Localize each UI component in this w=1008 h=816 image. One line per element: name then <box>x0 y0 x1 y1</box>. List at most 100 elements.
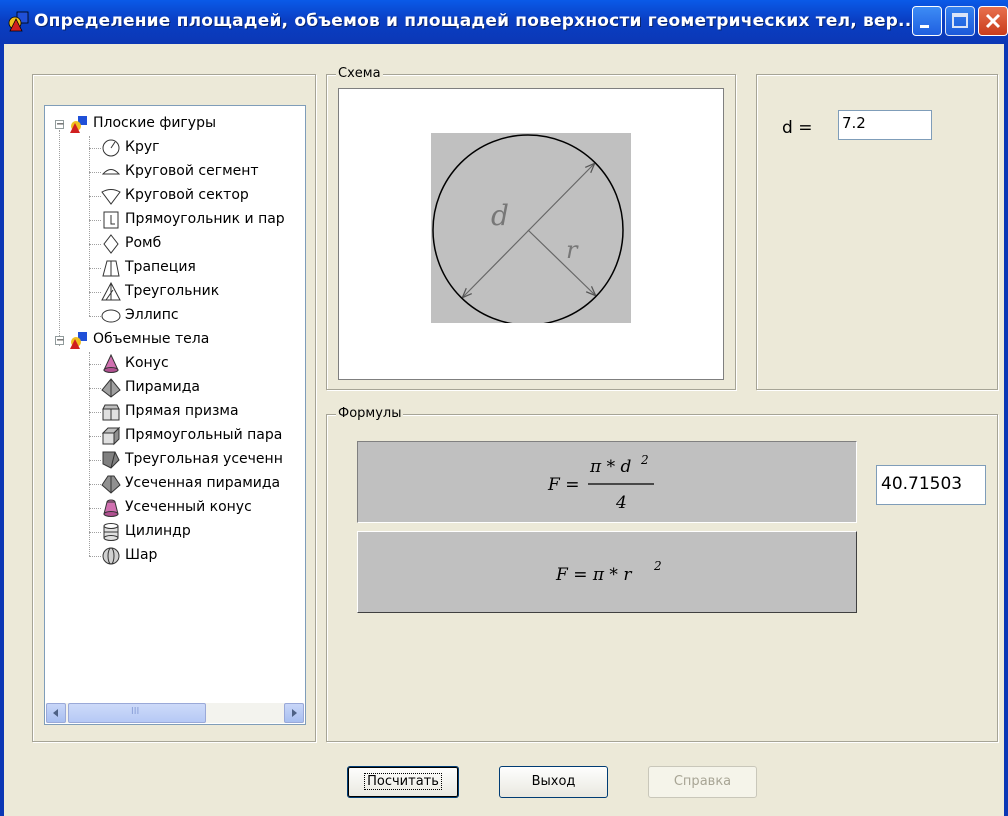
cylinder-icon <box>103 523 119 541</box>
result-field[interactable]: 40.71503 <box>876 465 986 505</box>
tree-item-label: Круг <box>125 139 160 155</box>
tree-item-label: Прямоугольный пара <box>125 427 283 443</box>
flat-shapes-icon <box>70 116 87 133</box>
rhombus-icon <box>103 234 119 254</box>
tree-item-label: Усеченная пирамида <box>125 475 281 491</box>
tree-branch <box>89 508 101 509</box>
scroll-right-button[interactable] <box>284 703 304 723</box>
scroll-thumb[interactable]: III <box>68 703 206 723</box>
calculate-button-label: Посчитать <box>364 773 442 790</box>
tree-group-label: Объемные тела <box>93 331 210 347</box>
d-input[interactable]: 7.2 <box>838 110 932 140</box>
tree-item-ellipse[interactable]: Эллипс <box>45 304 305 328</box>
tree-group-label: Плоские фигуры <box>93 115 217 131</box>
tree-branch <box>89 292 101 293</box>
window-title: Определение площадей, объемов и площадей… <box>34 11 919 31</box>
tree-item-label: Ромб <box>125 235 162 251</box>
radius-line <box>527 229 595 295</box>
tree-item-pyramid[interactable]: Пирамида <box>45 376 305 400</box>
maximize-button[interactable] <box>945 6 975 36</box>
tree-item-trapezoid[interactable]: Трапеция <box>45 256 305 280</box>
d-label: d = <box>782 118 813 138</box>
formula-area-diameter: F = π * d 2 4 <box>547 453 654 513</box>
trapezoid-icon <box>102 260 120 277</box>
ellipse-icon <box>101 309 121 323</box>
tree-item-label: Конус <box>125 355 169 371</box>
collapse-icon[interactable]: − <box>55 120 64 130</box>
tree-item-rectangle[interactable]: Прямоугольник и пар <box>45 208 305 232</box>
tree-item-label: Пирамида <box>125 379 201 395</box>
tree-item-cylinder[interactable]: Цилиндр <box>45 520 305 544</box>
formula2-expression: F = π * r <box>555 565 632 585</box>
tree-item-circular-segment[interactable]: Круговой сегмент <box>45 160 305 184</box>
shapes-tree[interactable]: − Плоские фигуры Круг Круговой сегмент К… <box>44 105 306 725</box>
triangle-icon <box>101 282 121 301</box>
exit-button-label: Выход <box>531 774 576 789</box>
tree-item-label: Трапеция <box>125 259 196 275</box>
minimize-button[interactable] <box>912 6 942 36</box>
scroll-grip: III <box>131 706 140 717</box>
title-bar[interactable]: Определение площадей, объемов и площадей… <box>0 0 1008 44</box>
tree-item-circular-sector[interactable]: Круговой сектор <box>45 184 305 208</box>
minimize-icon <box>920 25 929 28</box>
tree-group-flat[interactable]: − Плоские фигуры <box>45 112 305 136</box>
exit-button[interactable]: Выход <box>499 766 608 798</box>
tree-item-truncated-pyramid[interactable]: Усеченная пирамида <box>45 472 305 496</box>
scroll-left-button[interactable] <box>46 703 66 723</box>
tree-item-truncated-prism[interactable]: Треугольная усеченн <box>45 448 305 472</box>
formula-area-diameter-button[interactable]: F = π * d 2 4 <box>357 441 857 523</box>
close-icon <box>985 13 1001 29</box>
tree-branch <box>89 244 101 245</box>
arrow-right-icon <box>292 709 297 717</box>
tree-branch <box>89 556 101 557</box>
tree-item-triangle[interactable]: Треугольник <box>45 280 305 304</box>
tree-item-sphere[interactable]: Шар <box>45 544 305 568</box>
tree-item-cone[interactable]: Конус <box>45 352 305 376</box>
solid-bodies-icon <box>70 332 87 349</box>
window-frame-right <box>1004 44 1008 816</box>
tree-item-label: Прямая призма <box>125 403 239 419</box>
diameter-label: d <box>491 199 509 232</box>
app-icon <box>8 11 29 32</box>
tree-item-rhombus[interactable]: Ромб <box>45 232 305 256</box>
tree-item-prism[interactable]: Прямая призма <box>45 400 305 424</box>
circle-diagram: d r <box>432 134 624 326</box>
tree-item-label: Круговой сегмент <box>125 163 259 179</box>
tree-branch <box>89 532 101 533</box>
tree-horizontal-scrollbar[interactable]: III <box>46 703 304 723</box>
scheme-group-label: Схема <box>336 66 383 81</box>
tree-group-solids[interactable]: − Объемные тела <box>45 328 305 352</box>
formula1-numerator: π * d <box>589 457 631 477</box>
tree-item-label: Прямоугольник и пар <box>125 211 285 227</box>
tree-item-label: Треугольник <box>125 283 220 299</box>
truncated-pyramid-icon <box>101 475 121 494</box>
maximize-icon <box>952 13 968 28</box>
tree-item-label: Круговой сектор <box>125 187 249 203</box>
tree-item-circle[interactable]: Круг <box>45 136 305 160</box>
formula1-exponent: 2 <box>640 453 649 467</box>
tree-branch <box>89 172 101 173</box>
tree-branch <box>89 316 101 317</box>
cuboid-icon <box>101 426 121 446</box>
formulas-group-label: Формулы <box>336 406 404 421</box>
help-button-label: Справка <box>673 774 732 789</box>
prism-icon <box>102 404 120 421</box>
tree-branch <box>89 364 101 365</box>
close-button[interactable] <box>978 6 1008 36</box>
rectangle-icon <box>103 211 119 229</box>
tree-item-truncated-cone[interactable]: Усеченный конус <box>45 496 305 520</box>
radius-label: r <box>566 236 579 264</box>
formula-area-radius: F = π * r 2 <box>555 559 662 585</box>
app-window: Определение площадей, объемов и площадей… <box>0 0 1008 816</box>
formula-area-radius-button[interactable]: F = π * r 2 <box>357 531 857 613</box>
formula2-exponent: 2 <box>653 559 662 573</box>
circular-sector-icon <box>101 189 121 205</box>
cone-icon <box>103 354 119 373</box>
circular-segment-icon <box>101 169 121 175</box>
collapse-icon[interactable]: − <box>55 336 64 346</box>
scheme-image: d r <box>431 133 631 326</box>
help-button[interactable]: Справка <box>648 766 757 798</box>
tree-item-cuboid[interactable]: Прямоугольный пара <box>45 424 305 448</box>
calculate-button[interactable]: Посчитать <box>347 766 459 798</box>
tree-branch <box>89 460 101 461</box>
